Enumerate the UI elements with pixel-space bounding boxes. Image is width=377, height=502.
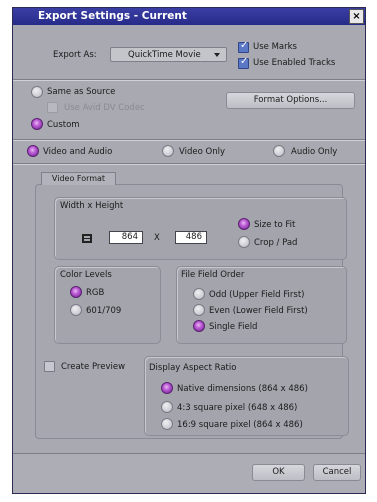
close-icon[interactable]: × — [349, 9, 364, 24]
use-avid-dv-codec-label: Use Avid DV Codec — [64, 103, 145, 113]
crop-pad-radio[interactable] — [238, 236, 250, 248]
format-options-button[interactable]: Format Options... — [226, 92, 355, 109]
window-title: Export Settings - Current — [38, 10, 187, 22]
export-as-dropdown[interactable]: QuickTime Movie — [110, 47, 227, 62]
use-marks-label: Use Marks — [253, 42, 297, 52]
aspect-ratio-title: Display Aspect Ratio — [149, 363, 237, 373]
create-preview-checkbox[interactable] — [44, 361, 55, 372]
export-as-value: QuickTime Movie — [128, 50, 201, 60]
size-to-fit-radio[interactable] — [238, 218, 250, 230]
rgb-label: RGB — [86, 288, 105, 298]
custom-label: Custom — [47, 120, 80, 130]
divider — [13, 79, 365, 80]
create-preview-label: Create Preview — [61, 362, 126, 372]
dimension-separator: X — [154, 233, 160, 243]
height-input[interactable]: 486 — [175, 231, 207, 244]
audio-only-radio[interactable] — [273, 145, 285, 157]
crop-pad-label: Crop / Pad — [254, 238, 298, 248]
native-dimensions-label: Native dimensions (864 x 486) — [177, 384, 308, 394]
use-marks-checkbox[interactable] — [238, 40, 249, 53]
export-as-label: Export As: — [53, 50, 97, 60]
title-bar[interactable]: Export Settings - Current × — [13, 8, 365, 25]
single-field-radio[interactable] — [193, 320, 205, 332]
width-input[interactable]: 864 — [109, 231, 143, 244]
field-order-title: File Field Order — [181, 270, 245, 280]
native-dimensions-radio[interactable] — [161, 382, 173, 394]
tab-video-format[interactable]: Video Format — [41, 172, 116, 185]
video-only-radio[interactable] — [162, 145, 174, 157]
export-settings-dialog: Export Settings - Current × Export As: Q… — [12, 7, 366, 494]
audio-only-label: Audio Only — [291, 147, 338, 157]
video-and-audio-radio[interactable] — [27, 145, 39, 157]
video-and-audio-label: Video and Audio — [43, 147, 113, 157]
size-to-fit-label: Size to Fit — [254, 220, 296, 230]
frame-size-icon — [82, 234, 92, 243]
rgb-radio[interactable] — [70, 286, 82, 298]
cancel-button[interactable]: Cancel — [313, 464, 361, 481]
601-709-label: 601/709 — [86, 306, 122, 316]
even-field-label: Even (Lower Field First) — [209, 306, 308, 316]
same-as-source-radio[interactable] — [31, 86, 43, 98]
width-height-title: Width x Height — [60, 201, 124, 211]
use-avid-dv-codec-checkbox[interactable] — [47, 102, 58, 113]
ok-button[interactable]: OK — [252, 464, 305, 481]
divider — [13, 139, 365, 140]
single-field-label: Single Field — [209, 322, 258, 332]
even-field-radio[interactable] — [193, 304, 205, 316]
same-as-source-label: Same as Source — [47, 87, 116, 97]
chevron-down-icon — [214, 53, 220, 57]
use-enabled-tracks-checkbox[interactable] — [238, 56, 249, 69]
601-709-radio[interactable] — [70, 304, 82, 316]
4-3-square-pixel-label: 4:3 square pixel (648 x 486) — [177, 403, 298, 413]
odd-field-radio[interactable] — [193, 288, 205, 300]
custom-radio[interactable] — [31, 118, 43, 130]
16-9-square-pixel-label: 16:9 square pixel (864 x 486) — [177, 420, 303, 430]
use-enabled-tracks-label: Use Enabled Tracks — [253, 58, 336, 68]
16-9-square-pixel-radio[interactable] — [161, 418, 173, 430]
video-only-label: Video Only — [179, 147, 225, 157]
odd-field-label: Odd (Upper Field First) — [209, 290, 305, 300]
color-levels-title: Color Levels — [60, 270, 112, 280]
4-3-square-pixel-radio[interactable] — [161, 401, 173, 413]
divider — [13, 163, 365, 164]
